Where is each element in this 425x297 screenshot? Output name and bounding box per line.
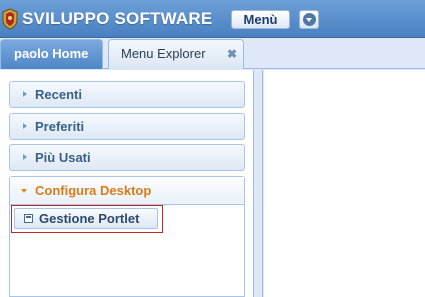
gestione-portlet-button[interactable]: Gestione Portlet (14, 208, 158, 229)
sidebar-item-label: Recenti (35, 87, 82, 102)
portlet-icon (24, 214, 33, 223)
tab-label: Menu Explorer (121, 46, 206, 61)
chevron-right-icon (23, 91, 27, 97)
sidebar-item-label: Più Usati (35, 150, 91, 165)
menu-button[interactable]: Menù (231, 10, 290, 29)
tab-paolo-home[interactable]: paolo Home (0, 39, 103, 69)
menu-dropdown-button[interactable] (299, 10, 319, 29)
sidebar-item-piu-usati[interactable]: Più Usati (9, 144, 245, 171)
chevron-down-icon (303, 13, 316, 26)
gestione-portlet-label: Gestione Portlet (39, 211, 140, 226)
chevron-right-icon (23, 154, 27, 160)
tab-strip: paolo Home Menu Explorer ✖ (0, 38, 425, 69)
main-content-area (264, 70, 425, 297)
sidebar-item-recenti[interactable]: Recenti (9, 81, 245, 108)
sidebar-item-label: Configura Desktop (35, 183, 152, 198)
sidebar-item-label: Preferiti (35, 119, 85, 134)
app-title: SVILUPPO SOFTWARE (22, 9, 213, 28)
close-icon[interactable]: ✖ (227, 40, 237, 68)
chevron-right-icon (23, 123, 27, 129)
sidebar-item-preferiti[interactable]: Preferiti (9, 113, 245, 140)
tab-menu-explorer[interactable]: Menu Explorer ✖ (108, 39, 244, 69)
top-bar: SVILUPPO SOFTWARE Menù (0, 0, 425, 38)
crest-icon (2, 8, 18, 30)
sidebar-section-configura-desktop: Configura Desktop (9, 176, 245, 297)
tab-label: paolo Home (14, 46, 89, 61)
sidebar-item-configura-desktop[interactable]: Configura Desktop (10, 177, 244, 205)
chevron-down-icon (21, 189, 27, 193)
panel-splitter[interactable] (255, 70, 263, 297)
